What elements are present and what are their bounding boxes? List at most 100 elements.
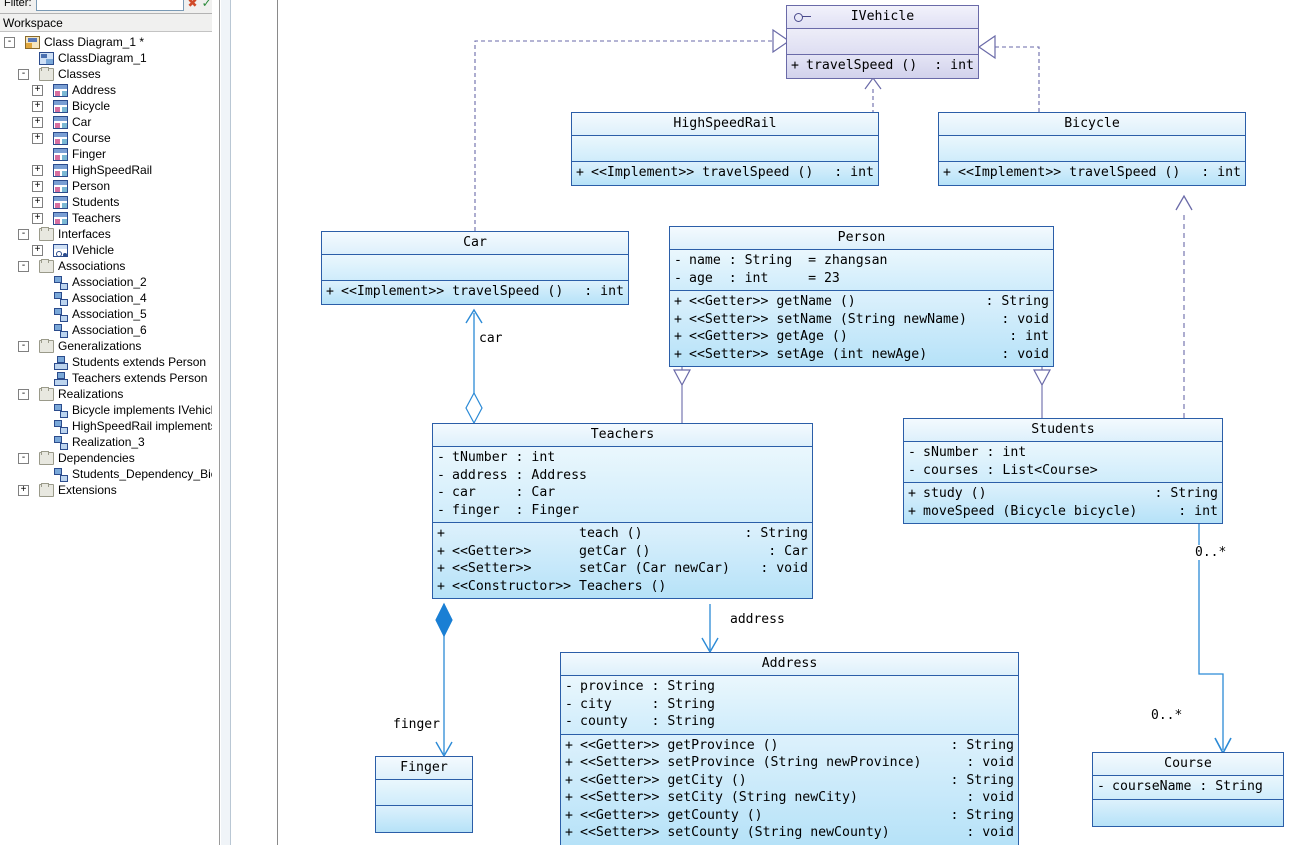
operation-name: setName (String newName) [776,311,997,329]
uml-attributes-compartment [376,780,472,806]
tree-item-car[interactable]: +Car [0,114,212,130]
uml-class-highspeedrail[interactable]: HighSpeedRail+<<Implement>>travelSpeed (… [571,112,879,186]
tree-item-label: HighSpeedRail implements IVeh [72,418,212,434]
interface-icon [53,244,68,257]
uml-operation-row: +moveSpeed (Bicycle bicycle): int [908,503,1218,521]
tree-item-interfaces[interactable]: -Interfaces [0,226,212,242]
tree-item-extensions[interactable]: +Extensions [0,482,212,498]
tree-item-dependencies[interactable]: -Dependencies [0,450,212,466]
uml-attributes-compartment: -province : String-city : String-county … [561,676,1018,735]
uml-class-name: HighSpeedRail [673,116,776,131]
uml-class-students[interactable]: Students-sNumber : int-courses : List<Co… [903,418,1223,524]
collapse-icon[interactable]: - [18,229,29,240]
association-icon [53,324,68,337]
uml-attribute-row: -address : Address [437,467,808,485]
workspace-tree[interactable]: -Class Diagram_1 *ClassDiagram_1-Classes… [0,32,212,845]
expand-icon[interactable]: + [32,133,43,144]
visibility-marker: + [908,485,923,503]
association-icon [53,404,68,417]
tree-item-realization-3[interactable]: Realization_3 [0,434,212,450]
tree-item-students-dependency-bicycle[interactable]: Students_Dependency_Bicycle [0,466,212,482]
project-icon [25,36,40,49]
tree-item-person[interactable]: +Person [0,178,212,194]
folder-icon [39,260,54,273]
uml-class-person[interactable]: Person-name : String = zhangsan-age : in… [669,226,1054,367]
tree-item-class-diagram-1[interactable]: -Class Diagram_1 * [0,34,212,50]
collapse-icon[interactable]: - [4,37,15,48]
tree-item-label: Association_6 [72,322,151,338]
operation-name: setCity (String newCity) [667,789,962,807]
attribute-type: : String [651,678,715,696]
visibility-marker: + [943,164,958,182]
visibility-marker: + [674,311,689,329]
expand-icon[interactable]: + [32,181,43,192]
expand-icon[interactable]: + [32,85,43,96]
tree-item-bicycle[interactable]: +Bicycle [0,98,212,114]
filter-input[interactable] [36,0,184,11]
expand-icon[interactable]: + [18,485,29,496]
association-label-address: address [729,612,786,627]
tree-item-association-2[interactable]: Association_2 [0,274,212,290]
expander-glyph: + [33,85,42,94]
uml-class-ivehicle[interactable]: IVehicle+travelSpeed (): int [786,5,979,79]
tree-item-highspeedrail-implements-iveh[interactable]: HighSpeedRail implements IVeh [0,418,212,434]
expand-icon[interactable]: + [32,165,43,176]
tree-item-association-6[interactable]: Association_6 [0,322,212,338]
tree-item-students[interactable]: +Students [0,194,212,210]
clear-filter-icon[interactable]: ✖ [188,0,198,11]
tree-item-classdiagram-1[interactable]: ClassDiagram_1 [0,50,212,66]
visibility-marker: - [437,484,452,502]
uml-class-bicycle[interactable]: Bicycle+<<Implement>>travelSpeed (): int [938,112,1246,186]
tree-item-association-5[interactable]: Association_5 [0,306,212,322]
operation-stereotype: <<Getter>> [580,772,667,790]
tree-item-ivehicle[interactable]: +IVehicle [0,242,212,258]
tree-item-association-4[interactable]: Association_4 [0,290,212,306]
expand-icon[interactable]: + [32,117,43,128]
tree-item-teachers-extends-person[interactable]: Teachers extends Person [0,370,212,386]
attribute-name: age [689,270,729,288]
attribute-default: = zhangsan [808,252,887,270]
uml-class-teachers[interactable]: Teachers-tNumber : int-address : Address… [432,423,813,599]
uml-class-title: Students [904,419,1222,442]
operation-return-type: : void [962,789,1014,807]
visibility-marker: + [674,293,689,311]
uml-class-finger[interactable]: Finger [375,756,473,833]
expand-icon[interactable]: + [32,245,43,256]
tree-item-finger[interactable]: Finger [0,146,212,162]
uml-class-title: Bicycle [939,113,1245,136]
collapse-icon[interactable]: - [18,69,29,80]
tree-item-students-extends-person[interactable]: Students extends Person [0,354,212,370]
realization-highspeedrail-ivehicle [475,30,789,112]
tree-item-teachers[interactable]: +Teachers [0,210,212,226]
tree-indent-spacer [32,325,43,336]
collapse-icon[interactable]: - [18,261,29,272]
uml-class-car[interactable]: Car+<<Implement>>travelSpeed (): int [321,231,629,305]
collapse-icon[interactable]: - [18,341,29,352]
uml-class-course[interactable]: Course-courseName : String [1092,752,1284,827]
tree-item-highspeedrail[interactable]: +HighSpeedRail [0,162,212,178]
expand-icon[interactable]: + [32,197,43,208]
tree-item-associations[interactable]: -Associations [0,258,212,274]
association-icon [53,308,68,321]
panel-divider-handle[interactable] [221,0,231,845]
uml-attributes-compartment: -sNumber : int-courses : List<Course> [904,442,1222,483]
uml-operation-row: +<<Setter>>setAge (int newAge): void [674,346,1049,364]
expand-icon[interactable]: + [32,213,43,224]
panel-divider[interactable] [220,0,278,845]
expander-glyph: + [33,245,42,254]
tree-item-address[interactable]: +Address [0,82,212,98]
tree-item-bicycle-implements-ivehicle[interactable]: Bicycle implements IVehicle [0,402,212,418]
tree-item-generalizations[interactable]: -Generalizations [0,338,212,354]
collapse-icon[interactable]: - [18,389,29,400]
class-diagram-canvas[interactable]: IVehicle+travelSpeed (): int HighSpeedRai… [279,0,1300,845]
folder-icon [39,228,54,241]
uml-class-address[interactable]: Address-province : String-city : String-… [560,652,1019,845]
visibility-marker: + [565,807,580,825]
workspace-panel: Filter: ✖ ✓ Workspace -Class Diagram_1 *… [0,0,220,845]
tree-item-course[interactable]: +Course [0,130,212,146]
collapse-icon[interactable]: - [18,453,29,464]
tree-item-realizations[interactable]: -Realizations [0,386,212,402]
expand-icon[interactable]: + [32,101,43,112]
tree-item-classes[interactable]: -Classes [0,66,212,82]
apply-filter-icon[interactable]: ✓ [202,0,212,11]
